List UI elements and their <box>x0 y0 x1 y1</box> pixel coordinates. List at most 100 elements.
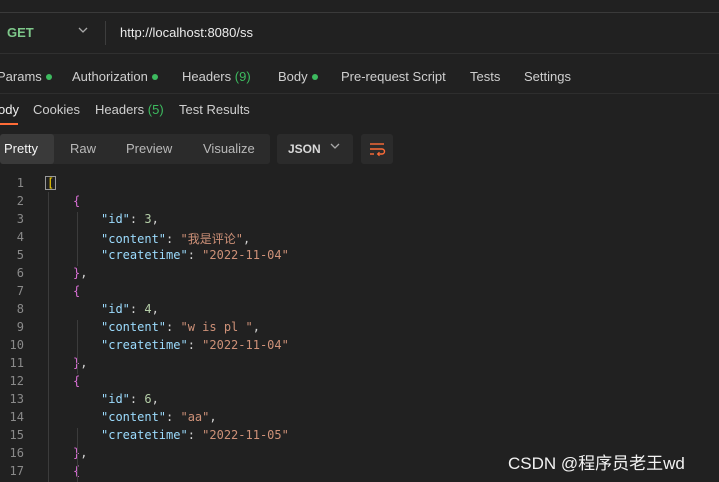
code-line: 13 "id": 6, <box>0 392 719 410</box>
indent-guide <box>77 320 78 374</box>
code-text: }, <box>73 266 88 280</box>
visualize-button[interactable]: Visualize <box>203 141 255 156</box>
language-select[interactable]: JSON <box>277 134 353 164</box>
code-text: [ <box>45 176 57 190</box>
tab-settings[interactable]: Settings <box>524 69 571 84</box>
code-line: 10 "createtime": "2022-11-04" <box>0 338 719 356</box>
code-line: 14 "content": "aa", <box>0 410 719 428</box>
tab-count: (9) <box>234 69 251 84</box>
line-number: 3 <box>16 212 24 226</box>
response-body-editor[interactable]: 1[2{3 "id": 3, 4 "content": "我是评论", 5 "create… <box>0 176 719 482</box>
code-text: "content": "我是评论", <box>101 232 251 246</box>
code-line: 1[ <box>0 176 719 194</box>
active-dot-icon <box>45 73 52 80</box>
wrap-lines-button[interactable] <box>361 134 393 164</box>
code-text: { <box>73 284 81 298</box>
tab-label: Headers <box>95 102 145 117</box>
tab-label: Tests <box>470 69 501 84</box>
code-line: 15 "createtime": "2022-11-05" <box>0 428 719 446</box>
code-line: 12 { <box>0 374 719 392</box>
url-bar: GET http://localhost:8080/ss <box>0 13 719 53</box>
code-line: 8 "id": 4, <box>0 302 719 320</box>
active-dot-icon <box>151 73 158 80</box>
tab-label: Body <box>278 69 308 84</box>
code-line: 3 "id": 3, <box>0 212 719 230</box>
code-text: "createtime": "2022-11-04" <box>101 248 289 262</box>
method-select[interactable]: GET <box>0 13 100 53</box>
tab-label: Settings <box>524 69 571 84</box>
code-text: "createtime": "2022-11-04" <box>101 338 289 352</box>
code-text: "createtime": "2022-11-05" <box>101 428 289 442</box>
tab-label: Params <box>0 69 42 84</box>
tab-authorization[interactable]: Authorization <box>72 69 158 84</box>
tab-body[interactable]: Body <box>278 69 318 84</box>
code-line: 9 "content": "w is pl ", <box>0 320 719 338</box>
active-dot-icon <box>311 73 318 80</box>
line-number: 1 <box>16 176 24 190</box>
line-number: 5 <box>16 248 24 262</box>
line-number: 17 <box>9 464 24 478</box>
line-number: 9 <box>16 320 24 334</box>
line-number: 6 <box>16 266 24 280</box>
active-tab-indicator <box>0 123 18 125</box>
line-number: 13 <box>9 392 24 406</box>
raw-button[interactable]: Raw <box>70 141 96 156</box>
chevron-down-icon <box>330 141 340 154</box>
tab-headers[interactable]: Headers (9) <box>182 69 251 84</box>
tab-response-body[interactable]: ody <box>0 102 19 117</box>
method-label: GET <box>7 25 34 40</box>
chevron-down-icon <box>78 24 88 38</box>
tab-label: Authorization <box>72 69 148 84</box>
code-line: 5 "createtime": "2022-11-04" <box>0 248 719 266</box>
line-number: 2 <box>16 194 24 208</box>
code-line: 11}, <box>0 356 719 374</box>
code-text: }, <box>73 446 88 460</box>
tab-label: Headers <box>182 69 232 84</box>
code-text: "id": 4, <box>101 302 159 316</box>
code-line: 7{ <box>0 284 719 302</box>
code-text: { <box>73 194 81 208</box>
line-number: 10 <box>9 338 24 352</box>
code-text: "id": 3, <box>101 212 159 226</box>
indent-guide <box>77 428 78 482</box>
tab-response-headers[interactable]: Headers (5) <box>95 102 164 117</box>
divider <box>0 53 719 54</box>
url-input[interactable]: http://localhost:8080/ss <box>120 25 253 40</box>
tab-label: ody <box>0 102 19 117</box>
code-text: }, <box>73 356 88 370</box>
line-number: 12 <box>9 374 24 388</box>
code-text: "content": "aa", <box>101 410 217 424</box>
code-text: { <box>73 374 81 388</box>
line-number: 16 <box>9 446 24 460</box>
code-line: 4 "content": "我是评论", <box>0 230 719 248</box>
url-separator <box>105 21 106 45</box>
tab-label: Pre-request Script <box>341 69 446 84</box>
tab-pre-request-script[interactable]: Pre-request Script <box>341 69 446 84</box>
code-text: "content": "w is pl ", <box>101 320 260 334</box>
line-number: 7 <box>16 284 24 298</box>
line-number: 14 <box>9 410 24 424</box>
tab-count: (5) <box>147 102 164 117</box>
tab-test-results[interactable]: Test Results <box>179 102 250 117</box>
tab-cookies[interactable]: Cookies <box>33 102 80 117</box>
code-text: "id": 6, <box>101 392 159 406</box>
wrap-lines-icon <box>370 143 386 157</box>
pretty-button[interactable]: Pretty <box>4 141 38 156</box>
code-line: 2{ <box>0 194 719 212</box>
line-number: 11 <box>9 356 24 370</box>
language-label: JSON <box>288 142 321 156</box>
indent-guide <box>77 212 78 266</box>
line-number: 4 <box>16 230 24 244</box>
watermark: CSDN @程序员老王wd <box>508 454 685 473</box>
tab-label: Cookies <box>33 102 80 117</box>
format-toggle: Pretty Raw Preview Visualize <box>0 134 270 164</box>
code-line: 6}, <box>0 266 719 284</box>
tab-params[interactable]: Params <box>0 69 52 84</box>
request-tabs: Params Authorization Headers (9) Body Pr… <box>0 60 719 94</box>
line-number: 15 <box>9 428 24 442</box>
response-tabs: ody Cookies Headers (5) Test Results <box>0 94 719 126</box>
preview-button[interactable]: Preview <box>126 141 172 156</box>
line-number: 8 <box>16 302 24 316</box>
tab-label: Test Results <box>179 102 250 117</box>
tab-tests[interactable]: Tests <box>470 69 500 84</box>
